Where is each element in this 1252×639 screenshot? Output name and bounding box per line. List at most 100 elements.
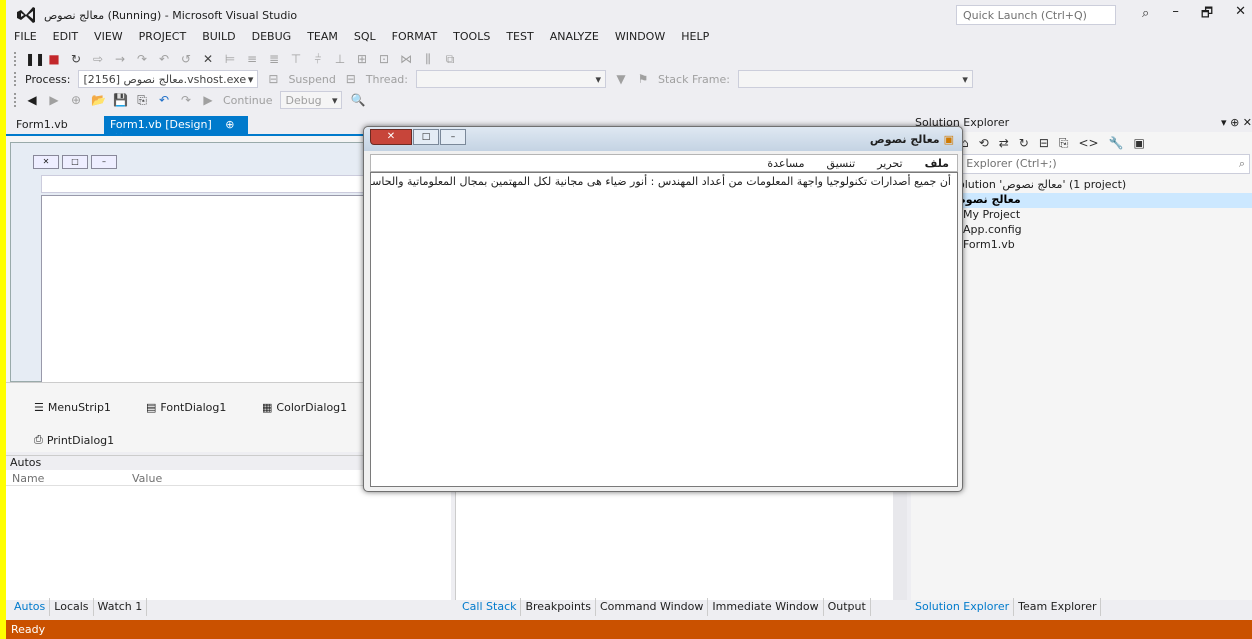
autos-col-value[interactable]: Value — [126, 470, 168, 485]
app-text-editor[interactable]: أن جميع أصدارات تكنولوجيا واجهة المعلوما… — [370, 172, 958, 487]
tab-breakpoints[interactable]: Breakpoints — [521, 598, 596, 616]
navigate-back-icon[interactable]: ◀ — [25, 93, 39, 107]
preview-icon[interactable]: ▣ — [1134, 136, 1145, 150]
menu-test[interactable]: TEST — [506, 30, 533, 48]
spacing-icon[interactable]: ⋈ — [399, 52, 413, 66]
menu-analyze[interactable]: ANALYZE — [550, 30, 599, 48]
menu-tools[interactable]: TOOLS — [453, 30, 490, 48]
menu-format[interactable]: FORMAT — [392, 30, 438, 48]
tab-watch-1[interactable]: Watch 1 — [94, 598, 148, 616]
align-bottom-icon[interactable]: ⊥ — [333, 52, 347, 66]
thread-combo[interactable]: ▾ — [416, 70, 606, 88]
pin-icon[interactable]: ⊕ — [225, 118, 234, 131]
designed-richtextbox[interactable] — [41, 195, 381, 385]
minimize-button[interactable]: – — [1172, 4, 1179, 26]
navigate-forward-icon[interactable]: ▶ — [47, 93, 61, 107]
app-menu-file[interactable]: ملف — [925, 157, 949, 170]
app-maximize-button[interactable]: □ — [413, 129, 439, 145]
tab-team-explorer[interactable]: Team Explorer — [1014, 598, 1102, 616]
panel-controls[interactable]: ▾ ⊕ ✕ — [1221, 116, 1252, 132]
tab-locals[interactable]: Locals — [50, 598, 94, 616]
refresh-icon[interactable]: ↻ — [1019, 136, 1029, 150]
app-title-bar[interactable]: ✕ □ – ▣ معالج نصوص — [364, 127, 962, 151]
menu-edit[interactable]: EDIT — [53, 30, 78, 48]
center-horizontal-icon[interactable]: ⫼ — [421, 52, 435, 67]
configuration-combo[interactable]: Debug ▾ — [280, 91, 343, 109]
align-left-icon[interactable]: ⊨ — [223, 52, 237, 66]
align-right-icon[interactable]: ≣ — [267, 52, 281, 66]
step-back-icon[interactable]: ↺ — [179, 52, 193, 66]
undo-icon[interactable]: ↶ — [157, 93, 171, 107]
menu-file[interactable]: FILE — [14, 30, 37, 48]
tab-autos[interactable]: Autos — [10, 598, 51, 616]
running-app-window[interactable]: ✕ □ – ▣ معالج نصوص ملف تحرير تنسيق مساعد… — [363, 126, 963, 492]
menu-window[interactable]: WINDOW — [615, 30, 665, 48]
toolbar-grip[interactable] — [14, 72, 17, 86]
menu-view[interactable]: VIEW — [94, 30, 123, 48]
tray-menustrip[interactable]: ☰ MenuStrip1 — [34, 401, 111, 414]
collapse-all-icon[interactable]: ⊟ — [1039, 136, 1049, 150]
align-center-icon[interactable]: ≡ — [245, 52, 259, 66]
menu-help[interactable]: HELP — [681, 30, 709, 48]
history-icon[interactable]: ⟲ — [979, 136, 989, 150]
restore-button[interactable]: 🗗 — [1201, 4, 1213, 26]
make-same-height-icon[interactable]: ⊡ — [377, 52, 391, 66]
bring-to-front-icon[interactable]: ⧉ — [443, 52, 457, 67]
align-middle-icon[interactable]: ⫩ — [311, 52, 325, 67]
flag-icon[interactable]: ⚑ — [636, 72, 650, 86]
app-menu-edit[interactable]: تحرير — [877, 157, 902, 170]
step-out-icon[interactable]: ↶ — [157, 52, 171, 66]
show-all-files-icon[interactable]: ⎘ — [1059, 136, 1069, 151]
tray-colordialog[interactable]: ▦ ColorDialog1 — [262, 401, 347, 414]
suspend-button[interactable]: Suspend — [288, 73, 335, 86]
designed-menustrip[interactable] — [41, 175, 381, 193]
autos-col-name[interactable]: Name — [6, 470, 126, 485]
save-all-icon[interactable]: ⎘ — [135, 93, 149, 108]
stop-icon[interactable]: ■ — [47, 52, 61, 66]
continue-icon[interactable]: ▶ — [201, 93, 215, 107]
tab-form1-code[interactable]: Form1.vb — [10, 116, 74, 134]
toolbar-grip[interactable] — [14, 93, 17, 107]
step-over-icon[interactable]: ↷ — [135, 52, 149, 66]
restart-icon[interactable]: ↻ — [69, 52, 83, 66]
tab-call-stack[interactable]: Call Stack — [458, 598, 522, 616]
save-icon[interactable]: 💾 — [113, 93, 128, 107]
hex-display-icon[interactable]: ✕ — [201, 52, 215, 66]
search-icon[interactable]: ⌕ — [1142, 6, 1149, 21]
tab-output[interactable]: Output — [824, 598, 871, 616]
new-project-icon[interactable]: ⊕ — [69, 93, 83, 107]
solution-explorer-search[interactable]: Solution Explorer (Ctrl+;) ⌕ — [913, 154, 1250, 174]
toolbar-grip[interactable] — [14, 52, 17, 66]
view-code-icon[interactable]: <> — [1078, 136, 1098, 150]
properties-icon[interactable]: 🔧 — [1109, 136, 1124, 150]
search-icon[interactable]: ⌕ — [1239, 157, 1245, 171]
tab-form1-designer[interactable]: Form1.vb [Design] ⊕ ✕ — [104, 116, 248, 144]
continue-button[interactable]: Continue — [223, 94, 272, 107]
step-into-icon[interactable]: → — [113, 52, 127, 66]
app-menu-format[interactable]: تنسيق — [827, 157, 856, 170]
pause-icon[interactable]: ❚❚ — [25, 52, 45, 66]
app-minimize-button[interactable]: – — [440, 129, 466, 145]
app-close-button[interactable]: ✕ — [370, 129, 412, 145]
stack-frame-combo[interactable]: ▾ — [737, 70, 973, 88]
tab-immediate-window[interactable]: Immediate Window — [708, 598, 824, 616]
menu-build[interactable]: BUILD — [202, 30, 235, 48]
menu-sql[interactable]: SQL — [354, 30, 376, 48]
redo-icon[interactable]: ↷ — [179, 93, 193, 107]
make-same-width-icon[interactable]: ⊞ — [355, 52, 369, 66]
process-combo[interactable]: [2156] معالج نصوص.vshost.exe ▾ — [78, 70, 259, 88]
menu-team[interactable]: TEAM — [307, 30, 338, 48]
sync-icon[interactable]: ⇄ — [999, 136, 1009, 150]
open-file-icon[interactable]: 📂 — [91, 93, 106, 107]
suspend-icon[interactable]: ⊟ — [266, 72, 280, 86]
tab-solution-explorer[interactable]: Solution Explorer — [911, 598, 1015, 616]
close-button[interactable]: ✕ — [1235, 4, 1246, 26]
find-in-files-icon[interactable]: 🔍 — [350, 93, 365, 107]
tray-printdialog[interactable]: ⎙ PrintDialog1 — [34, 433, 114, 447]
tab-command-window[interactable]: Command Window — [596, 598, 709, 616]
designed-form[interactable]: ✕ □ – — [10, 142, 381, 385]
filter-icon[interactable]: ▼ — [614, 72, 628, 86]
show-next-statement-icon[interactable]: ⇨ — [91, 52, 105, 66]
menu-debug[interactable]: DEBUG — [252, 30, 292, 48]
app-menu-help[interactable]: مساعدة — [767, 157, 804, 170]
